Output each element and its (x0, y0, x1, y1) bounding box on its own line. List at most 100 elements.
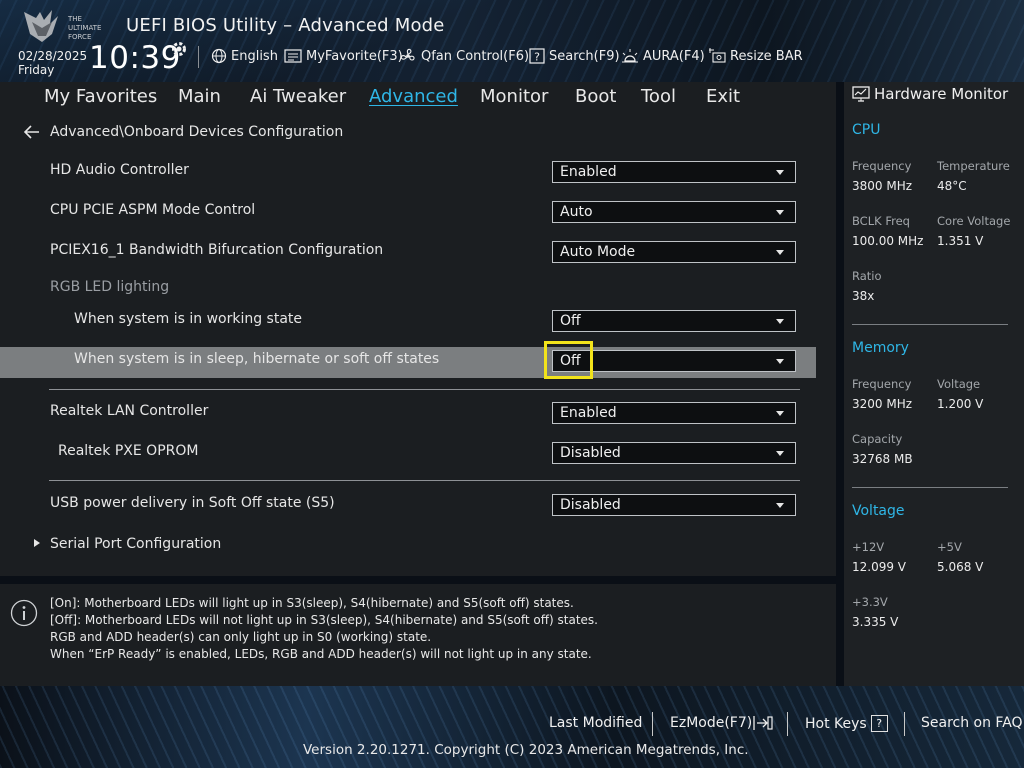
submenu-serial-port[interactable]: Serial Port Configuration (34, 536, 221, 552)
setting-label-usb-power-s5: USB power delivery in Soft Off state (S5… (50, 495, 335, 511)
hw-value-capacity: 32768 MB (852, 452, 913, 466)
section-label-rgb-led: RGB LED lighting (50, 279, 170, 295)
hw-label: +5V (937, 540, 962, 554)
tab-advanced[interactable]: Advanced (369, 86, 458, 107)
hw-label: Capacity (852, 432, 903, 446)
dropdown-arrow-icon (776, 451, 784, 456)
help-line: RGB and ADD header(s) can only light up … (50, 630, 432, 644)
copyright-text: Version 2.20.1271. Copyright (C) 2023 Am… (303, 742, 749, 758)
select-value: Disabled (560, 497, 621, 513)
hardware-monitor-panel: Hardware Monitor CPU Frequency Temperatu… (844, 82, 1024, 686)
hw-label: BCLK Freq (852, 214, 910, 228)
resize-bar-label: Resize BAR (730, 48, 803, 64)
tab-monitor[interactable]: Monitor (480, 86, 548, 107)
language-button[interactable]: English (211, 46, 278, 66)
tuf-logo: THE ULTIMATE FORCE (22, 8, 114, 44)
help-text: [On]: Motherboard LEDs will light up in … (50, 595, 598, 663)
hw-value-ratio: 38x (852, 289, 875, 303)
select-hd-audio[interactable]: Enabled (552, 161, 796, 183)
select-value: Auto (560, 204, 593, 220)
hw-label: Voltage (937, 377, 981, 391)
hardware-monitor-title: Hardware Monitor (852, 85, 1008, 103)
myfavorite-button[interactable]: MyFavorite(F3) (284, 46, 403, 66)
hw-label: Ratio (852, 269, 882, 283)
focus-cursor (544, 341, 593, 379)
svg-text:THE: THE (67, 15, 82, 23)
tab-exit[interactable]: Exit (706, 86, 740, 107)
qfan-label: Qfan Control(F6) (421, 48, 530, 64)
section-divider (49, 389, 800, 390)
hw-label: +3.3V (852, 595, 888, 609)
select-value: Enabled (560, 164, 617, 180)
search-button[interactable]: ? Search(F9) (529, 46, 620, 66)
tab-main[interactable]: Main (178, 86, 221, 107)
hardware-monitor-title-text: Hardware Monitor (874, 85, 1009, 103)
qfan-button[interactable]: Qfan Control(F6) (399, 46, 529, 66)
hw-divider (852, 487, 1008, 488)
select-usb-power-s5[interactable]: Disabled (552, 494, 796, 516)
hw-value-cpu-temperature: 48°C (937, 179, 967, 193)
search-help-icon: ? (529, 48, 545, 64)
back-arrow-icon[interactable] (24, 125, 40, 139)
hw-value-mem-voltage: 1.200 V (937, 397, 984, 411)
hw-value-core-voltage: 1.351 V (937, 234, 984, 248)
setting-label-realtek-lan: Realtek LAN Controller (50, 403, 209, 419)
svg-text:?: ? (534, 51, 540, 64)
hw-value-bclk: 100.00 MHz (852, 234, 924, 248)
search-faq-button[interactable]: Search on FAQ (921, 715, 1023, 731)
hw-value-mem-frequency: 3200 MHz (852, 397, 913, 411)
hw-value-cpu-frequency: 3800 MHz (852, 179, 913, 193)
myfavorite-label: MyFavorite(F3) (306, 48, 403, 64)
hw-value-12v: 12.099 V (852, 560, 907, 574)
footer-divider (787, 712, 788, 736)
tab-tool[interactable]: Tool (641, 86, 676, 107)
help-line: [Off]: Motherboard LEDs will not light u… (50, 613, 598, 627)
dropdown-arrow-icon (776, 319, 784, 324)
hw-section-voltage: Voltage (852, 503, 905, 519)
resize-bar-button[interactable]: Resize BAR (708, 46, 803, 66)
dropdown-arrow-icon (776, 411, 784, 416)
footer-divider (904, 712, 905, 736)
setting-label-pciex16-bifurcation: PCIEX16_1 Bandwidth Bifurcation Configur… (50, 242, 384, 258)
hw-label: Frequency (852, 377, 912, 391)
clock: 10:39 (89, 40, 181, 76)
settings-panel: Advanced\Onboard Devices Configuration H… (0, 110, 836, 576)
tab-my-favorites[interactable]: My Favorites (44, 86, 157, 107)
select-realtek-lan[interactable]: Enabled (552, 402, 796, 424)
monitor-icon (852, 86, 870, 102)
search-label: Search(F9) (549, 48, 620, 64)
last-modified-button[interactable]: Last Modified (549, 715, 642, 731)
select-cpu-pcie-aspm[interactable]: Auto (552, 201, 796, 223)
select-pciex16-bifurcation[interactable]: Auto Mode (552, 241, 796, 263)
setting-label-hd-audio: HD Audio Controller (50, 162, 189, 178)
day-text: Friday (18, 63, 55, 77)
favorite-list-icon (284, 49, 302, 63)
select-led-working-state[interactable]: Off (552, 310, 796, 332)
hw-section-cpu: CPU (852, 122, 881, 138)
svg-text:FORCE: FORCE (68, 33, 91, 41)
submenu-serial-port-label: Serial Port Configuration (50, 536, 222, 552)
help-panel: [On]: Motherboard LEDs will light up in … (0, 584, 836, 686)
hw-label: Frequency (852, 159, 912, 173)
dropdown-arrow-icon (776, 250, 784, 255)
help-line: When “ErP Ready” is enabled, LEDs, RGB a… (50, 647, 592, 661)
hotkeys-button[interactable]: Hot Keys ? (805, 715, 888, 732)
resize-bar-icon (709, 48, 726, 63)
hw-label: Temperature (937, 159, 1010, 173)
hw-section-memory: Memory (852, 340, 909, 356)
tab-boot[interactable]: Boot (575, 86, 616, 107)
hw-value-5v: 5.068 V (937, 560, 984, 574)
aura-button[interactable]: AURA(F4) (621, 46, 705, 66)
hotkeys-help-icon: ? (870, 715, 888, 732)
submenu-arrow-icon (34, 539, 40, 547)
tab-ai-tweaker[interactable]: Ai Tweaker (250, 86, 346, 107)
select-realtek-pxe[interactable]: Disabled (552, 442, 796, 464)
fan-icon (400, 48, 415, 61)
info-icon (10, 599, 38, 627)
gear-icon[interactable] (170, 40, 188, 58)
dropdown-arrow-icon (776, 503, 784, 508)
dropdown-arrow-icon (776, 210, 784, 215)
ezmode-button[interactable]: EzMode(F7) (670, 715, 774, 731)
hw-divider (852, 324, 1008, 325)
aura-light-icon (622, 49, 638, 63)
